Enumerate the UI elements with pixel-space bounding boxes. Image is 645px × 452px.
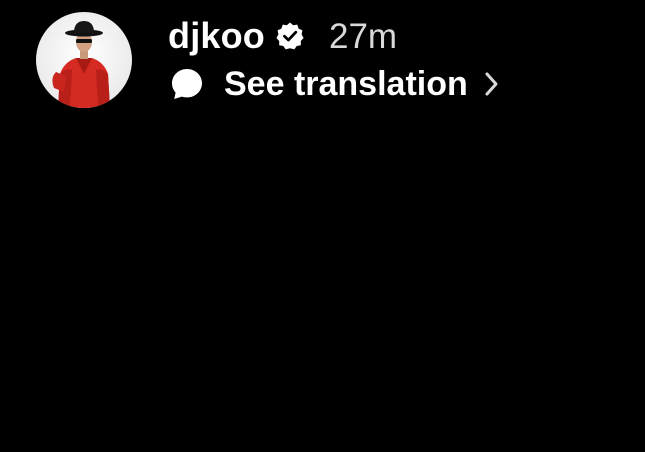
see-translation-label: See translation (224, 65, 468, 103)
verified-badge-icon (275, 21, 305, 51)
post-time: 27m (329, 16, 398, 56)
story-header: djkoo 27m See translation (0, 0, 645, 120)
avatar-image (36, 12, 132, 108)
chevron-right-icon (482, 69, 502, 99)
avatar[interactable] (36, 12, 132, 108)
username[interactable]: djkoo (168, 18, 265, 54)
see-translation-button[interactable]: See translation (170, 62, 502, 106)
speech-bubble-icon (170, 67, 204, 101)
user-line: djkoo 27m (168, 12, 397, 60)
